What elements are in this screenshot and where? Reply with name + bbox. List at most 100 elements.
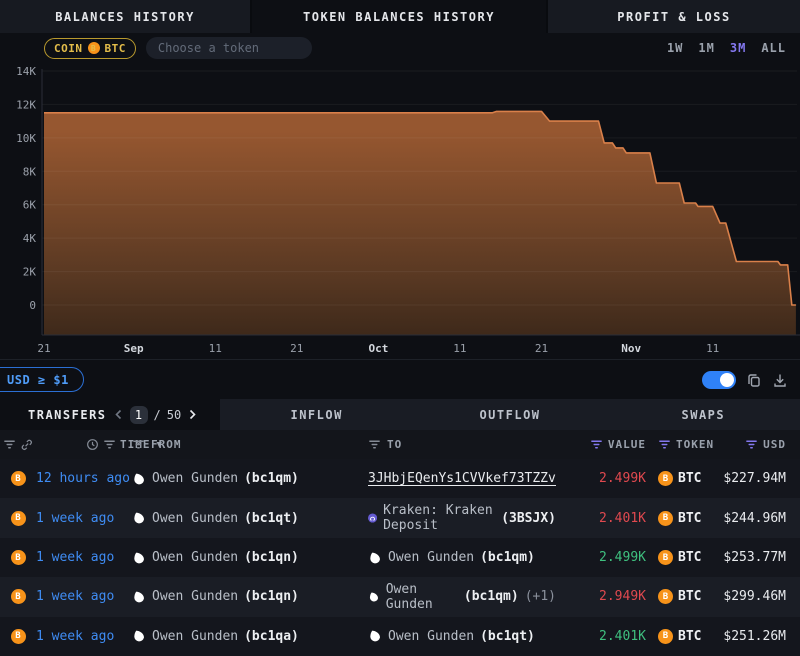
- transfer-row[interactable]: B 1 week ago Owen Gunden (bc1qn) Owen Gunden…: [0, 538, 800, 577]
- to-entity-name[interactable]: Owen Gunden: [388, 550, 474, 565]
- tx-value: 2.401K: [599, 511, 646, 526]
- svg-text:12K: 12K: [16, 98, 36, 111]
- svg-text:21: 21: [290, 342, 303, 355]
- next-page-chevron-icon[interactable]: [187, 408, 198, 421]
- from-entity-tag[interactable]: (bc1qm): [244, 471, 299, 486]
- time-filter-icon[interactable]: [103, 438, 116, 451]
- tx-to-cell: Owen Gunden (bc1qm): [368, 550, 556, 565]
- transfer-tab-outflow[interactable]: OUTFLOW: [413, 399, 606, 430]
- page-separator: /: [154, 408, 161, 422]
- transfer-row[interactable]: B1 week agoOwen Gunden(bc1qa)Owen Gunden…: [0, 617, 800, 656]
- tx-from-cell: Owen Gunden (bc1qt): [132, 511, 368, 526]
- from-entity-tag[interactable]: (bc1qa): [244, 629, 299, 644]
- toggle-knob: [720, 373, 734, 387]
- transfer-row[interactable]: B1 week agoOwen Gunden(bc1qn)Owen Gunden…: [0, 577, 800, 616]
- top-tab-profit-loss[interactable]: PROFIT & LOSS: [548, 0, 800, 33]
- to-entity-tag[interactable]: (bc1qm): [480, 550, 535, 565]
- entity-drop-icon: [132, 551, 146, 565]
- from-entity-name[interactable]: Owen Gunden: [152, 471, 238, 486]
- svg-text:11: 11: [706, 342, 719, 355]
- tx-time-link[interactable]: 1 week ago: [36, 550, 114, 565]
- transfer-tab-inflow[interactable]: INFLOW: [220, 399, 413, 430]
- usd-filter-toggle[interactable]: [702, 371, 736, 389]
- tx-value: 2.949K: [599, 589, 646, 604]
- from-entity-tag[interactable]: (bc1qn): [244, 589, 299, 604]
- usd-filter-chip[interactable]: USD ≥ $1: [0, 367, 84, 392]
- from-entity-name[interactable]: Owen Gunden: [152, 629, 238, 644]
- tx-token-cell: B: [0, 550, 36, 565]
- top-tab-token-balances-history[interactable]: TOKEN BALANCES HISTORY: [252, 0, 546, 33]
- range-all[interactable]: ALL: [761, 41, 786, 55]
- bitcoin-icon: B: [11, 589, 26, 604]
- tx-time-link[interactable]: 1 week ago: [36, 589, 114, 604]
- usd-filter-icon[interactable]: [745, 438, 758, 451]
- bitcoin-icon: B: [11, 471, 26, 486]
- col-to-label[interactable]: TO: [387, 438, 402, 451]
- token-symbol: BTC: [678, 629, 701, 644]
- tx-time-link[interactable]: 1 week ago: [36, 629, 114, 644]
- tx-from-cell: Owen Gunden (bc1qn): [132, 589, 368, 604]
- transfer-tab-swaps[interactable]: SWAPS: [607, 399, 800, 430]
- token-filter-icon[interactable]: [658, 438, 671, 451]
- coin-toggle-symbol: BTC: [105, 42, 126, 55]
- tx-usd-value: $299.46M: [723, 589, 786, 604]
- balance-area-chart[interactable]: 02K4K6K8K10K12K14K21Sep1121Oct1121Nov11: [0, 63, 800, 359]
- entity-drop-icon: [132, 511, 146, 525]
- tx-to-cell: Owen Gunden(bc1qm)(+1): [368, 582, 556, 612]
- token-balance-chart[interactable]: 02K4K6K8K10K12K14K21Sep1121Oct1121Nov11: [0, 63, 800, 359]
- tx-time-link[interactable]: 12 hours ago: [36, 471, 130, 486]
- to-entity-tag[interactable]: (bc1qt): [480, 629, 535, 644]
- from-entity-tag[interactable]: (bc1qt): [244, 511, 299, 526]
- from-entity-name[interactable]: Owen Gunden: [152, 550, 238, 565]
- token-search-input[interactable]: [146, 37, 312, 59]
- entity-drop-icon: [368, 590, 380, 604]
- download-icon[interactable]: [772, 372, 788, 388]
- copy-icon[interactable]: [746, 372, 762, 388]
- bitcoin-icon: B: [11, 550, 26, 565]
- from-filter-icon[interactable]: [132, 438, 145, 451]
- prev-page-chevron-icon[interactable]: [113, 408, 124, 421]
- svg-text:8K: 8K: [23, 165, 37, 178]
- tx-token: BBTC: [658, 550, 718, 565]
- clock-icon[interactable]: [86, 438, 99, 451]
- to-filter-icon[interactable]: [368, 438, 381, 451]
- to-address-link[interactable]: 3JHbjEQenYs1CVVkef73TZZveMCY7b3…: [368, 471, 556, 486]
- range-1w[interactable]: 1W: [667, 41, 683, 55]
- to-entity-name[interactable]: Owen Gunden: [388, 629, 474, 644]
- transfers-table-body: B 12 hours ago Owen Gunden (bc1qm) 3JHbjEQen…: [0, 459, 800, 656]
- from-entity-tag[interactable]: (bc1qn): [244, 550, 299, 565]
- to-entity-name[interactable]: Kraken: Kraken Deposit: [383, 503, 495, 533]
- tx-time-link[interactable]: 1 week ago: [36, 511, 114, 526]
- value-filter-icon[interactable]: [590, 438, 603, 451]
- svg-text:14K: 14K: [16, 65, 36, 78]
- to-entity-name[interactable]: Owen Gunden: [386, 582, 458, 612]
- transfer-row[interactable]: B1 week agoOwen Gunden(bc1qt)Kraken: Kra…: [0, 498, 800, 537]
- kraken-icon: [368, 511, 377, 525]
- link-icon[interactable]: [20, 438, 33, 451]
- entity-drop-icon: [132, 629, 146, 643]
- filter-icon[interactable]: [3, 438, 16, 451]
- svg-text:Nov: Nov: [621, 342, 641, 355]
- token-symbol: BTC: [678, 511, 701, 526]
- col-value-label[interactable]: VALUE: [608, 438, 646, 451]
- tx-value: 2.499K: [599, 471, 646, 486]
- from-entity-name[interactable]: Owen Gunden: [152, 511, 238, 526]
- col-usd-label[interactable]: USD: [763, 438, 786, 451]
- transfer-row[interactable]: B 12 hours ago Owen Gunden (bc1qm) 3JHbjEQen…: [0, 459, 800, 498]
- entity-drop-icon: [132, 590, 146, 604]
- tx-to-cell: Owen Gunden (bc1qt): [368, 629, 556, 644]
- usd-filter-label: USD ≥ $1: [7, 373, 69, 387]
- tx-token: BBTC: [658, 589, 718, 604]
- coin-btc-toggle[interactable]: COIN B BTC: [44, 38, 136, 59]
- range-3m[interactable]: 3M: [730, 41, 746, 55]
- to-entity-tag[interactable]: (3BSJX): [501, 511, 556, 526]
- range-1m[interactable]: 1M: [698, 41, 714, 55]
- svg-text:10K: 10K: [16, 132, 36, 145]
- to-entity-tag[interactable]: (bc1qm): [464, 589, 519, 604]
- col-token-label[interactable]: TOKEN: [676, 438, 714, 451]
- top-tab-balances-history[interactable]: BALANCES HISTORY: [0, 0, 250, 33]
- page-current[interactable]: 1: [130, 406, 148, 424]
- from-entity-name[interactable]: Owen Gunden: [152, 589, 238, 604]
- svg-text:11: 11: [209, 342, 222, 355]
- col-from-label[interactable]: FROM: [151, 438, 182, 451]
